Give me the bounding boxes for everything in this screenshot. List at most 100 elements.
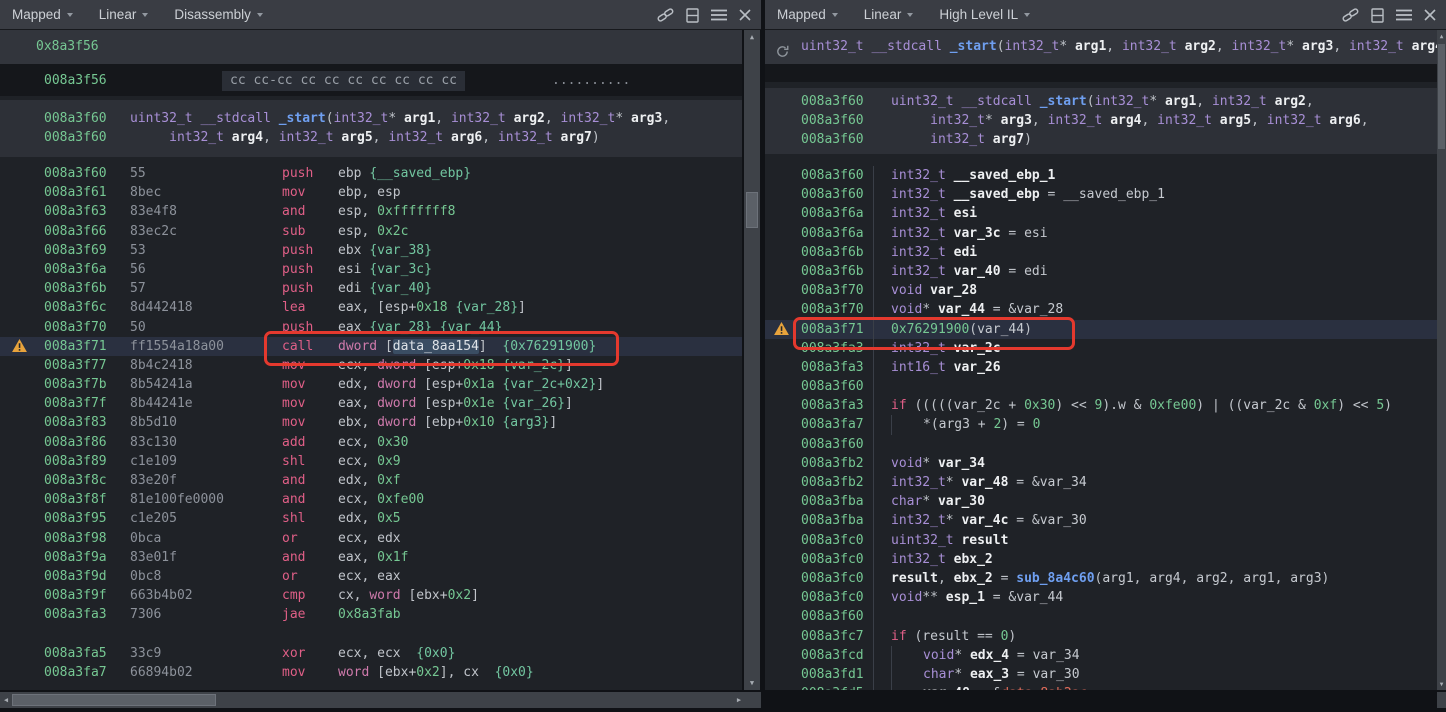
scroll-down-button[interactable]: ▼ [744, 676, 760, 690]
view-mode-dropdown[interactable]: Mapped [12, 7, 73, 22]
hlil-line[interactable]: 008a3f60 [765, 607, 1437, 626]
scroll-right-button[interactable]: ▶ [733, 692, 745, 708]
hlil-line[interactable]: 008a3f60int32_t __saved_ebp = __saved_eb… [765, 185, 1437, 204]
code-token: , [263, 130, 279, 145]
asm-line[interactable]: 008a3fa533c9xorecx, ecx {0x0} [0, 644, 742, 663]
close-icon[interactable] [1424, 9, 1436, 21]
hlil-line[interactable]: 008a3f60int32_t __saved_ebp_1 [765, 166, 1437, 185]
hlil-line[interactable]: 008a3fd5var_48 = &data_8ab2ac [765, 684, 1437, 690]
hlil-line[interactable]: 008a3f6bint32_t var_40 = edi [765, 262, 1437, 281]
byte-dump-row[interactable]: 008a3f56 cc cc-cc cc cc cc cc cc cc cc .… [0, 66, 742, 96]
line-bytes: 8b54241a [130, 375, 282, 394]
asm-line[interactable]: 008a3fa37306jae0x8a3fab [0, 605, 742, 624]
signature-line[interactable]: 008a3f60uint32_t __stdcall _start(int32_… [0, 109, 742, 128]
menu-icon[interactable] [1396, 9, 1412, 21]
hlil-line[interactable]: 008a3fa3int16_t var_26 [765, 358, 1437, 377]
line-code: shlecx, 0x9 [282, 452, 742, 471]
scroll-down-button[interactable]: ▼ [1437, 678, 1446, 690]
link-icon[interactable] [657, 7, 674, 23]
split-view-icon[interactable] [686, 8, 699, 23]
asm-line[interactable]: 008a3f6a56pushesi {var_3c} [0, 260, 742, 279]
asm-line[interactable]: 008a3f9d0bc8orecx, eax [0, 567, 742, 586]
asm-line[interactable]: 008a3f9f663b4b02cmpcx, word [ebx+0x2] [0, 586, 742, 605]
asm-line[interactable]: 008a3f8f81e100fe0000andecx, 0xfe00 [0, 490, 742, 509]
hlil-line[interactable]: 008a3f6bint32_t edi [765, 243, 1437, 262]
vertical-scrollbar[interactable]: ▲ ▼ [1437, 30, 1446, 690]
hlil-line[interactable]: 008a3f60 [765, 377, 1437, 396]
asm-line[interactable]: 008a3f6c8d442418leaeax, [esp+0x18 {var_2… [0, 298, 742, 317]
signature-line[interactable]: 008a3f60 int32_t arg4, int32_t arg5, int… [0, 128, 742, 147]
scrollbar-thumb[interactable] [1438, 44, 1445, 149]
hlil-line[interactable]: 008a3fc0int32_t ebx_2 [765, 550, 1437, 569]
line-address: 008a3f70 [801, 281, 873, 300]
asm-line[interactable]: 008a3f980bcaorecx, edx [0, 529, 742, 548]
il-level-dropdown[interactable]: Disassembly [174, 7, 263, 22]
hlil-line[interactable]: 008a3fb2void* var_34 [765, 454, 1437, 473]
asm-line[interactable]: 008a3f7050pusheax {var_28} {var_44} [0, 318, 742, 337]
signature-line[interactable]: 008a3f60uint32_t __stdcall _start(int32_… [765, 92, 1437, 111]
line-address: 008a3f7b [44, 375, 130, 394]
hlil-line[interactable]: 008a3f6aint32_t esi [765, 204, 1437, 223]
code-token: & [1290, 398, 1313, 413]
line-address: 008a3fc0 [801, 569, 873, 588]
scroll-left-button[interactable]: ◀ [0, 692, 12, 708]
asm-line[interactable]: 008a3f7b8b54241amovedx, dword [esp+0x1a … [0, 375, 742, 394]
code-token: ] [471, 588, 479, 603]
asm-line[interactable]: 008a3f9a83e01fandeax, 0x1f [0, 548, 742, 567]
hlil-line[interactable]: 008a3fbachar* var_30 [765, 492, 1437, 511]
close-icon[interactable] [739, 9, 751, 21]
hlil-line[interactable]: 008a3fbaint32_t* var_4c = &var_30 [765, 511, 1437, 530]
hlil-line[interactable]: 008a3fcdvoid* edx_4 = var_34 [765, 646, 1437, 665]
hlil-line[interactable]: 008a3fa3int32_t var_2c [765, 339, 1437, 358]
layout-dropdown[interactable]: Linear [99, 7, 149, 22]
line-code: movedx, dword [esp+0x1a {var_2c+0x2}] [282, 375, 742, 394]
hlil-line[interactable]: 008a3fd1char* eax_3 = var_30 [765, 665, 1437, 684]
refresh-icon[interactable] [775, 39, 790, 66]
hlil-line[interactable]: 008a3f70void var_28 [765, 281, 1437, 300]
menu-icon[interactable] [711, 9, 727, 21]
asm-line[interactable]: 008a3f71ff1554a18a00calldword [data_8aa1… [0, 337, 742, 356]
code-token: arg7 [561, 130, 592, 145]
asm-line[interactable]: 008a3f6383e4f8andesp, 0xfffffff8 [0, 202, 742, 221]
hlil-line[interactable]: 008a3f6aint32_t var_3c = esi [765, 224, 1437, 243]
signature-line[interactable]: 008a3f60 int32_t arg7) [765, 130, 1437, 149]
asm-line[interactable]: 008a3f6b57pushedi {var_40} [0, 279, 742, 298]
asm-line[interactable]: 008a3f618becmovebp, esp [0, 183, 742, 202]
asm-line[interactable]: 008a3f778b4c2418movecx, dword [esp+0x18 … [0, 356, 742, 375]
signature-line[interactable]: 008a3f60 int32_t* arg3, int32_t arg4, in… [765, 111, 1437, 130]
asm-line[interactable]: 008a3f7f8b44241emoveax, dword [esp+0x1e … [0, 394, 742, 413]
scroll-up-button[interactable]: ▲ [744, 30, 760, 44]
hlil-line[interactable]: 008a3f710x76291900(var_44) [765, 320, 1437, 339]
scrollbar-thumb[interactable] [746, 192, 758, 228]
hlil-line[interactable]: 008a3fc0void** esp_1 = &var_44 [765, 588, 1437, 607]
line-address: 008a3f98 [44, 529, 130, 548]
layout-dropdown[interactable]: Linear [864, 7, 914, 22]
scroll-up-button[interactable]: ▲ [1437, 30, 1446, 42]
horizontal-scrollbar[interactable]: ◀ ▶ [0, 692, 745, 708]
hlil-line[interactable]: 008a3fc7if (result == 0) [765, 627, 1437, 646]
hlil-line[interactable]: 008a3f60 [765, 435, 1437, 454]
asm-line[interactable]: 008a3f838b5d10movebx, dword [ebp+0x10 {a… [0, 413, 742, 432]
asm-line[interactable]: 008a3f8c83e20fandedx, 0xf [0, 471, 742, 490]
asm-line[interactable]: 008a3f6683ec2csubesp, 0x2c [0, 222, 742, 241]
hlil-line[interactable]: 008a3f70void* var_44 = &var_28 [765, 300, 1437, 319]
line-address: 008a3f60 [44, 109, 130, 128]
view-mode-dropdown[interactable]: Mapped [777, 7, 838, 22]
asm-line[interactable]: 008a3f8683c130addecx, 0x30 [0, 433, 742, 452]
hlil-line[interactable]: 008a3fb2int32_t* var_48 = &var_34 [765, 473, 1437, 492]
scrollbar-thumb[interactable] [12, 694, 216, 706]
hlil-line[interactable]: 008a3fc0uint32_t result [765, 531, 1437, 550]
hlil-line[interactable]: 008a3fc0result, ebx_2 = sub_8a4c60(arg1,… [765, 569, 1437, 588]
link-icon[interactable] [1342, 7, 1359, 23]
hlil-line[interactable]: 008a3fa3if (((((var_2c + 0x30) << 9).w &… [765, 396, 1437, 415]
asm-line[interactable]: 008a3fa766894b02movword [ebx+0x2], cx {0… [0, 663, 742, 682]
hlil-line[interactable]: 008a3fa7*(arg3 + 2) = 0 [765, 415, 1437, 434]
split-view-icon[interactable] [1371, 8, 1384, 23]
asm-line[interactable]: 008a3f95c1e205shledx, 0x5 [0, 509, 742, 528]
il-level-dropdown[interactable]: High Level IL [939, 7, 1030, 22]
asm-line[interactable] [0, 625, 742, 644]
vertical-scrollbar[interactable]: ▲ ▼ [744, 30, 760, 690]
asm-line[interactable]: 008a3f6953pushebx {var_38} [0, 241, 742, 260]
asm-line[interactable]: 008a3f6055pushebp {__saved_ebp} [0, 164, 742, 183]
asm-line[interactable]: 008a3f89c1e109shlecx, 0x9 [0, 452, 742, 471]
